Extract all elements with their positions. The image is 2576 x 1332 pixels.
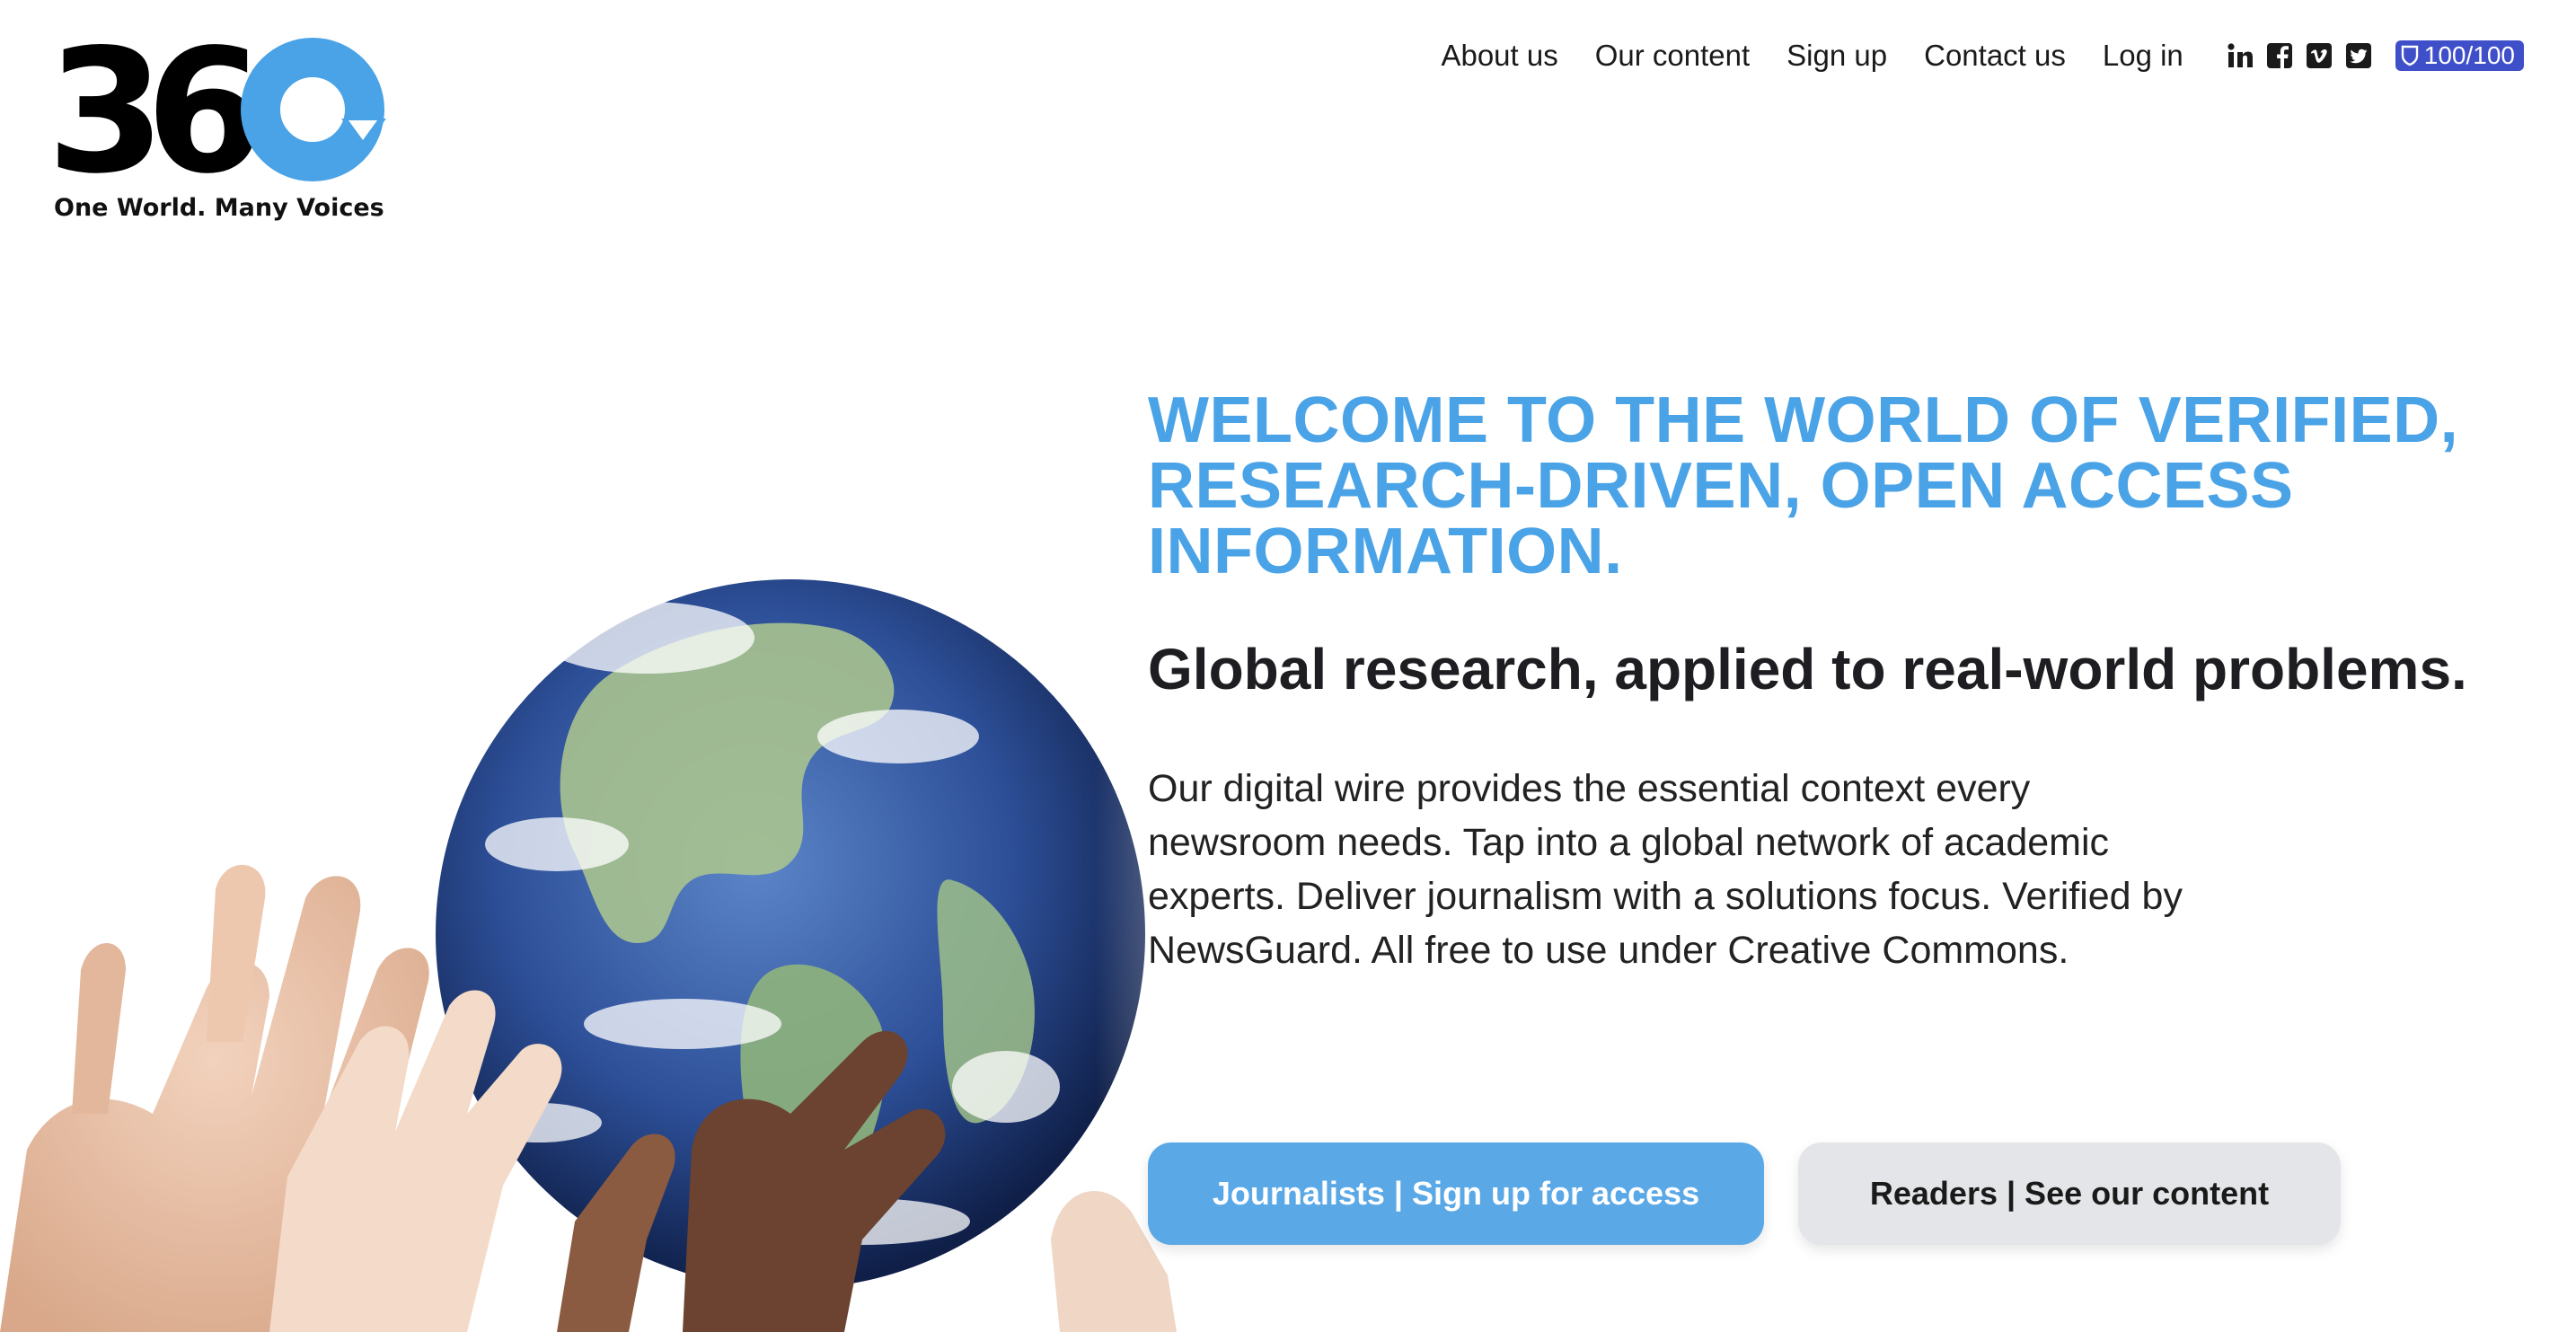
hero-subhead: Global research, applied to real-world p… [1148, 637, 2467, 701]
journalists-signup-button[interactable]: Journalists | Sign up for access [1148, 1142, 1764, 1245]
site-logo[interactable]: 36 One World. Many Voices [52, 38, 393, 226]
hero-body: Our digital wire provides the essential … [1148, 767, 2183, 972]
nav-contact-us[interactable]: Contact us [1924, 39, 2066, 73]
logo-digits: 36 [52, 38, 255, 181]
nav-about-us[interactable]: About us [1441, 39, 1557, 73]
top-nav: About us Our content Sign up Contact us … [1441, 32, 2524, 79]
hands-globe-image [0, 467, 1293, 1332]
vimeo-icon[interactable] [2306, 42, 2333, 69]
hero-headline: WELCOME TO THE WORLD OF VERIFIED, RESEAR… [1148, 384, 2459, 587]
nav-sign-up[interactable]: Sign up [1786, 39, 1887, 73]
linkedin-icon[interactable] [2227, 42, 2254, 69]
facebook-icon[interactable] [2266, 42, 2293, 69]
twitter-icon[interactable] [2345, 42, 2372, 69]
nav-log-in[interactable]: Log in [2103, 39, 2183, 73]
social-links [2227, 42, 2372, 69]
newsguard-badge[interactable]: 100/100 [2395, 40, 2524, 71]
newsguard-score: 100/100 [2423, 41, 2515, 69]
logo-mark: 36 [52, 38, 386, 181]
readers-see-content-button[interactable]: Readers | See our content [1798, 1142, 2341, 1245]
nav-our-content[interactable]: Our content [1595, 39, 1750, 73]
shield-icon [2401, 45, 2418, 66]
logo-tagline: One World. Many Voices [54, 194, 384, 222]
